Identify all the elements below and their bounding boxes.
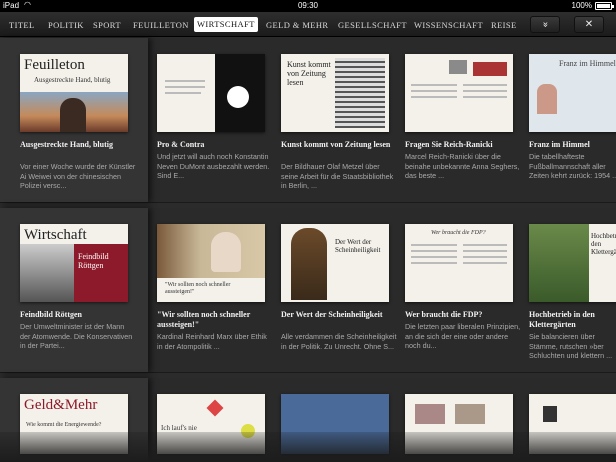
article-title: Wer braucht die FDP? xyxy=(405,310,483,319)
article-title: Der Wert der Scheinheiligkeit xyxy=(281,310,383,319)
article-thumbnail: "Wir sollten noch schneller aussteigen!" xyxy=(157,224,265,302)
thumb-headline: Der Wert der Scheinheiligkeit xyxy=(335,238,381,254)
section-heading: Feuilleton xyxy=(24,57,85,73)
article-summary: Der Bildhauer Olaf Metzel über seine Arb… xyxy=(281,162,394,191)
article-title: Fragen Sie Reich-Ranicki xyxy=(405,140,493,149)
portrait-figure xyxy=(60,98,86,132)
tab-geld-mehr[interactable]: GELD & MEHR xyxy=(266,18,328,32)
portrait-photo xyxy=(20,244,74,302)
section-lead-card[interactable]: Feuilleton Ausgestreckte Hand, blutig Au… xyxy=(0,38,148,202)
article-summary: Die letzten paar liberalen Prinzipien, a… xyxy=(405,322,521,351)
chevron-double-down-icon: » xyxy=(539,21,551,28)
clock: 09:30 xyxy=(297,1,319,10)
article-title: Pro & Contra xyxy=(157,140,205,149)
thumb-headline: Kunst kommt von Zeitung lesen xyxy=(287,60,331,87)
photo-image xyxy=(449,60,467,74)
battery-icon xyxy=(595,2,614,10)
photo-image xyxy=(537,84,557,114)
illustration xyxy=(543,406,557,422)
section-heading: Wirtschaft xyxy=(24,227,87,243)
article-summary: Der Umweltminister ist der Mann der Atom… xyxy=(20,322,133,351)
thumb-headline: Franz im Himmel xyxy=(559,59,616,68)
article-title: Kunst kommt von Zeitung lesen xyxy=(281,140,391,149)
article-thumbnail xyxy=(405,54,513,132)
article-title: Ausgestreckte Hand, blutig xyxy=(20,140,113,149)
tab-politik[interactable]: POLITIK xyxy=(48,18,84,32)
tab-sport[interactable]: SPORT xyxy=(93,18,121,32)
article-summary: Marcel Reich-Ranicki über die beinahe un… xyxy=(405,152,520,181)
article-title: Hochbetrieb in den Klettergärten xyxy=(529,310,595,329)
tab-reise[interactable]: REISE xyxy=(491,18,517,32)
article-thumbnail: Der Wert der Scheinheiligkeit xyxy=(281,224,389,302)
lead-thumbnail: Wirtschaft Feindbild Röttgen xyxy=(20,224,128,302)
thumb-headline: Wer braucht die FDP? xyxy=(431,230,486,236)
illustration xyxy=(206,399,224,417)
battery-percent: 100% xyxy=(571,1,592,10)
article-title: Franz im Himmel xyxy=(529,140,590,149)
article-summary: Die tabellhafteste Fußballmannschaft all… xyxy=(529,152,616,181)
headline-block xyxy=(473,62,507,76)
article-thumbnail: Franz im Himmel xyxy=(529,54,616,132)
article-grid: Feuilleton Ausgestreckte Hand, blutig Au… xyxy=(0,38,616,462)
article-summary: Vor einer Woche wurde der Künstler Ai We… xyxy=(20,162,136,191)
painting-figure xyxy=(291,228,327,300)
close-icon: ✕ xyxy=(584,19,594,30)
portrait-figure xyxy=(211,232,241,272)
lead-thumbnail: Feuilleton Ausgestreckte Hand, blutig xyxy=(20,54,128,132)
section-heading: Geld&Mehr xyxy=(24,397,98,413)
section-row-feuilleton: Feuilleton Ausgestreckte Hand, blutig Au… xyxy=(0,38,616,203)
article-title: Feindbild Röttgen xyxy=(20,310,83,319)
thumb-headline: "Wir sollten noch schneller aussteigen!" xyxy=(165,282,231,295)
article-thumbnail: Kunst kommt von Zeitung lesen xyxy=(281,54,389,132)
thumb-headline: Hochbetrieb in den Klettergärten xyxy=(591,232,616,256)
thumb-subheading: Feindbild Röttgen xyxy=(78,252,109,270)
photo-image xyxy=(415,404,445,424)
photo-image xyxy=(529,224,589,302)
photo-image xyxy=(335,58,385,128)
close-button[interactable]: ✕ xyxy=(574,16,604,33)
article-summary: Alle verdammen die Scheinheiligkeit in d… xyxy=(281,332,397,351)
illustration xyxy=(227,86,249,108)
article-title: "Wir sollten noch schneller aussteigen!" xyxy=(157,310,251,329)
more-sections-button[interactable]: » xyxy=(530,16,560,33)
thumb-subheading: Wie kommt die Energiewende? xyxy=(26,422,102,428)
tab-feuilleton[interactable]: FEUILLETON xyxy=(133,18,189,32)
article-thumbnail: Hochbetrieb in den Klettergärten xyxy=(529,224,616,302)
article-thumbnail xyxy=(157,54,265,132)
section-row-wirtschaft: Wirtschaft Feindbild Röttgen Feindbild R… xyxy=(0,208,616,373)
thumb-headline: Ich lauf's nie xyxy=(161,424,197,432)
status-bar: iPad ◠ 09:30 100% xyxy=(0,0,616,12)
tab-wissenschaft[interactable]: WISSENSCHAFT xyxy=(414,18,483,32)
tab-gesellschaft[interactable]: GESELLSCHAFT xyxy=(338,18,407,32)
thumb-subheading: Ausgestreckte Hand, blutig xyxy=(34,76,111,84)
tab-titel[interactable]: TITEL xyxy=(9,18,35,32)
section-nav-bar: TITEL POLITIK SPORT FEUILLETON WIRTSCHAF… xyxy=(0,12,616,37)
article-summary: Und jetzt will auch noch Konstantin Neve… xyxy=(157,152,270,181)
section-lead-card[interactable]: Wirtschaft Feindbild Röttgen Feindbild R… xyxy=(0,208,148,372)
bottom-fade xyxy=(0,432,616,462)
article-summary: Kardinal Reinhard Marx über Ethik in der… xyxy=(157,332,267,351)
photo-image xyxy=(455,404,485,424)
tab-wirtschaft[interactable]: WIRTSCHAFT xyxy=(194,17,258,32)
article-thumbnail: Wer braucht die FDP? xyxy=(405,224,513,302)
article-summary: Sie balancieren über Stämme, rutschen »b… xyxy=(529,332,613,361)
